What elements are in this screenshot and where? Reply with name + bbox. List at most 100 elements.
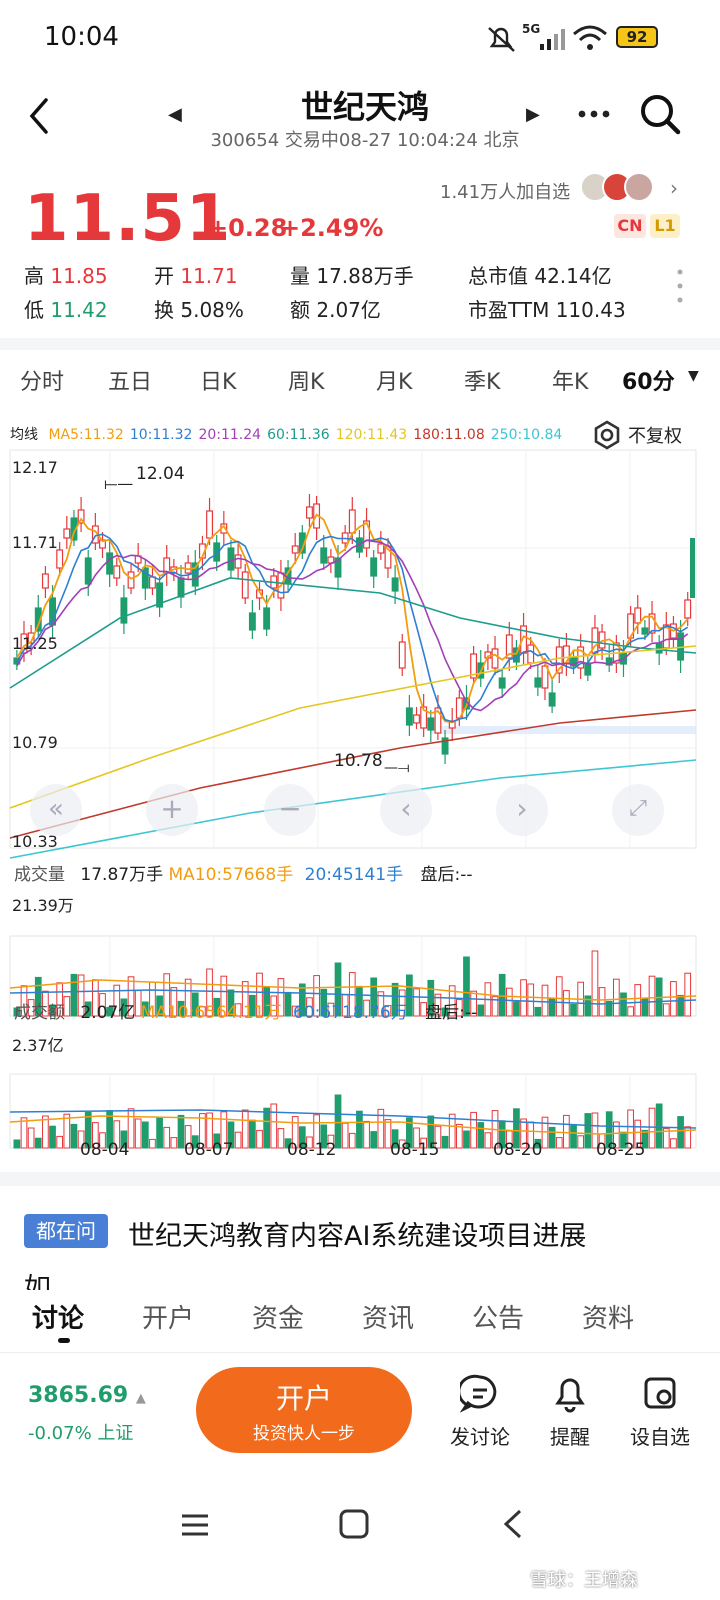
volume-bar: [555, 976, 563, 1017]
high-marker-line: ⟝—: [104, 474, 134, 493]
stock-code-status: 300654 交易中08-27 10:04:24 北京: [210, 130, 520, 151]
volume-bar: [627, 1006, 634, 1017]
amount-y-max: 2.37亿: [12, 1036, 64, 1055]
candle-body: [84, 557, 92, 585]
index-value[interactable]: 3865.69 ▲: [28, 1383, 146, 1408]
amount-bar: [655, 1103, 663, 1149]
volume-bar: [591, 950, 599, 1017]
index-value-text: 3865.69: [28, 1383, 129, 1408]
back-nav-icon[interactable]: [500, 1508, 524, 1540]
zoom-in-icon[interactable]: +: [146, 784, 198, 836]
candle-body: [248, 612, 256, 631]
amount-bar: [484, 1132, 492, 1149]
volume-bar: [634, 984, 642, 1017]
y-label: 10.79: [12, 733, 58, 752]
volume-legend: 成交量 17.87万手 MA10:57668手 20:45141手 盘后:--: [14, 860, 473, 885]
prev-stock-arrow-icon[interactable]: ◀: [168, 104, 182, 125]
tab-open-account[interactable]: 开户: [142, 1298, 194, 1335]
scroll-right-icon[interactable]: ›: [496, 784, 548, 836]
amount-bar: [170, 1137, 178, 1149]
candle-body: [641, 627, 649, 635]
search-icon[interactable]: [638, 92, 682, 136]
content-tabs: 讨论 开户 资金 资讯 公告 资料: [0, 1290, 720, 1352]
ma250-line: [9, 759, 697, 859]
candle-body: [177, 577, 185, 598]
news-card[interactable]: 都在问 世纪天鸿教育内容AI系统建设项目进展 如: [0, 1186, 720, 1290]
back-arrow-icon[interactable]: [24, 96, 54, 136]
tab-discussion[interactable]: 讨论: [32, 1298, 84, 1335]
stat-value: 11.71: [180, 264, 238, 288]
stat-amount: 额 2.07亿: [290, 294, 381, 323]
volume-bar: [684, 972, 692, 1017]
open-account-button[interactable]: 开户 投资快人一步: [196, 1367, 412, 1453]
tab-month-k[interactable]: 月K: [376, 364, 412, 396]
high-marker: 12.04: [136, 464, 185, 484]
tab-year-k[interactable]: 年K: [552, 364, 588, 396]
candle-body: [498, 677, 506, 689]
stat-open: 开 11.71: [154, 260, 238, 289]
add-watchlist-button[interactable]: 设自选: [620, 1373, 700, 1450]
tab-announcements[interactable]: 公告: [472, 1298, 524, 1335]
amount-bar: [234, 1131, 242, 1149]
x-date: 08-20: [493, 1140, 543, 1160]
recent-apps-icon[interactable]: [180, 1512, 210, 1538]
zoom-out-icon[interactable]: −: [264, 784, 316, 836]
tab-timeshare[interactable]: 分时: [20, 364, 64, 396]
candle-body: [634, 607, 642, 624]
candle-body: [206, 510, 214, 539]
scroll-left-fast-icon[interactable]: «: [30, 784, 82, 836]
amount-bar: [149, 1138, 156, 1149]
divider: [0, 1172, 720, 1186]
candle-body: [263, 607, 271, 630]
mute-bell-icon: [488, 27, 515, 52]
amount-bar: [34, 1137, 42, 1149]
adjust-mode-button[interactable]: 不复权: [628, 422, 682, 448]
tab-quarter-k[interactable]: 季K: [464, 364, 500, 396]
cn-badge: CN: [614, 214, 646, 238]
ma5-line: [16, 513, 689, 724]
tab-day-k[interactable]: 日K: [200, 364, 236, 396]
nav-header: ◀ 世纪天鸿 300654 交易中08-27 10:04:24 北京 ▶: [0, 78, 720, 162]
home-icon[interactable]: [338, 1508, 370, 1540]
next-stock-arrow-icon[interactable]: ▶: [526, 104, 540, 125]
tab-week-k[interactable]: 周K: [288, 364, 324, 396]
volume-bar: [520, 979, 527, 1017]
post-discussion-button[interactable]: 发讨论: [440, 1373, 520, 1450]
x-date: 08-12: [287, 1140, 337, 1160]
fullscreen-icon[interactable]: ⤢: [612, 784, 664, 836]
chevron-right-icon[interactable]: ›: [670, 176, 678, 200]
amount-value: 2.07亿: [80, 1003, 136, 1023]
scroll-left-icon[interactable]: ‹: [380, 784, 432, 836]
volume-title: 成交量: [14, 865, 65, 885]
low-marker-line: —⟞: [384, 760, 410, 776]
tab-60min[interactable]: 60分: [622, 364, 675, 396]
candle-body: [234, 554, 242, 569]
candle-body: [405, 707, 413, 726]
ma10-line: [16, 533, 689, 723]
alert-button[interactable]: 提醒: [530, 1373, 610, 1450]
price-change-pct: +2.49%: [280, 214, 384, 242]
candle-body: [370, 557, 378, 577]
more-stats-icon[interactable]: [674, 266, 686, 306]
x-date: 08-15: [390, 1140, 440, 1160]
stat-value: 42.14亿: [534, 264, 612, 288]
volume-ma20: 20:45141手: [304, 865, 404, 885]
stat-value: 5.08%: [180, 298, 244, 322]
tab-five-day[interactable]: 五日: [108, 364, 152, 396]
tab-funds[interactable]: 资金: [252, 1298, 304, 1335]
more-icon[interactable]: [576, 108, 612, 120]
amount-bar: [177, 1114, 185, 1149]
amount-bar: [270, 1103, 278, 1149]
settings-gear-icon[interactable]: [592, 420, 622, 450]
caret-down-icon[interactable]: ▼: [688, 368, 699, 384]
follower-avatars: [580, 170, 668, 204]
followers-count[interactable]: 1.41万人加自选: [440, 178, 570, 204]
tab-news[interactable]: 资讯: [362, 1298, 414, 1335]
tab-profile[interactable]: 资料: [582, 1298, 634, 1335]
watchlist-settings-icon: [644, 1377, 676, 1409]
candle-body: [227, 547, 235, 571]
amount-bar: [348, 1132, 356, 1149]
amount-bar: [470, 1111, 477, 1149]
stock-title: 世纪天鸿: [300, 88, 429, 126]
stat-label: 量: [290, 264, 310, 288]
